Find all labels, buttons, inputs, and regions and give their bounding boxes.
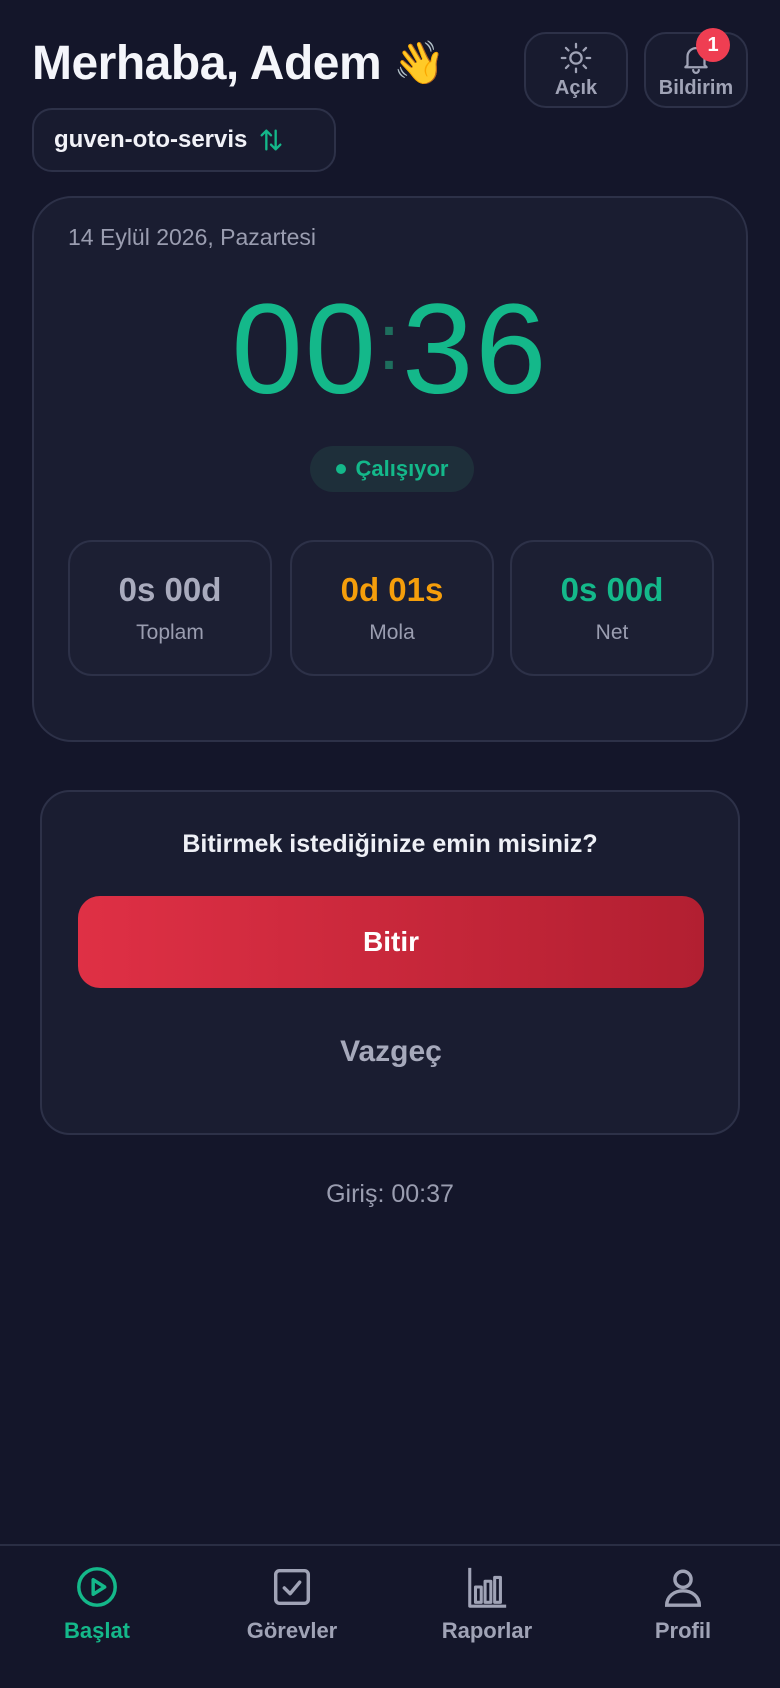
greeting-heading: Merhaba, Adem 👋 [32,36,445,91]
company-switcher[interactable]: guven-oto-servis [32,108,336,172]
stat-net-value: 0s 00d [560,571,664,608]
bottom-navigation: Başlat Görevler Raporlar Profil [0,1544,780,1688]
notifications-button[interactable]: Bildirim 1 [644,28,748,108]
finish-confirmation-card: Bitirmek istediğinize emin misiniz? Biti… [40,790,740,1135]
greeting-text: Merhaba, Adem [32,37,382,90]
company-name: guven-oto-servis [54,126,248,153]
bar-chart-icon [468,1567,507,1608]
finish-button[interactable]: Bitir [78,896,704,988]
stat-total: 0s 00d Toplam [68,540,272,676]
status-badge: Çalışıyor [310,446,474,492]
play-circle-icon [77,1567,117,1607]
nav-item-reports[interactable]: Raporlar [412,1564,562,1644]
stat-net: 0s 00d Net [510,540,714,676]
notifications-label: Bildirim [658,76,734,99]
timer-colon: : [377,297,403,386]
stat-net-label: Net [595,621,629,644]
notification-count-badge: 1 [696,28,730,62]
user-icon [664,1569,702,1607]
cancel-button[interactable]: Vazgeç [78,1014,704,1090]
checkbox-icon [273,1568,311,1606]
elapsed-timer: 00:36 [34,276,746,423]
wave-emoji: 👋 [393,39,445,86]
timer-seconds: 36 [402,278,549,421]
swap-vertical-icon [260,129,282,151]
nav-reports-label: Raporlar [441,1618,533,1643]
nav-tasks-label: Görevler [246,1618,338,1643]
status-dot-icon [335,464,346,474]
timer-card: 14 Eylül 2026, Pazartesi 00:36 Çalışıyor… [32,196,748,742]
login-time: Giriş: 00:37 [326,1180,454,1208]
stat-break-label: Mola [369,621,415,644]
current-date: 14 Eylül 2026, Pazartesi [68,224,317,250]
nav-start-label: Başlat [63,1618,131,1643]
stat-break-value: 0d 01s [340,571,444,608]
theme-toggle-button[interactable]: Açık [524,32,628,108]
confirm-question: Bitirmek istediğinize emin misiniz? [182,830,598,858]
nav-item-start[interactable]: Başlat [22,1564,172,1644]
nav-item-tasks[interactable]: Görevler [217,1564,367,1644]
sun-icon [560,42,592,73]
stat-total-label: Toplam [136,621,204,644]
app-screen: Merhaba, Adem 👋 Açık Bildirim 1 guven-ot… [0,0,780,1688]
stat-total-value: 0s 00d [118,571,222,608]
theme-toggle-label: Açık [554,76,598,99]
stat-break: 0d 01s Mola [290,540,494,676]
timer-minutes: 00 [231,278,378,421]
nav-item-profile[interactable]: Profil [608,1564,758,1644]
nav-profile-label: Profil [654,1618,712,1643]
status-text: Çalışıyor [355,456,449,481]
